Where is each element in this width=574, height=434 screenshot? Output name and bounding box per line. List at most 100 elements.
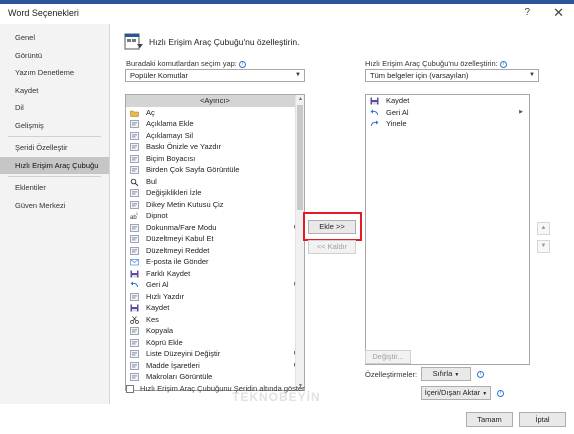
- chevron-down-icon: ▼: [529, 72, 535, 78]
- command-item[interactable]: Baskı Önizle ve Yazdır: [126, 141, 304, 153]
- help-button[interactable]: ?: [524, 7, 530, 18]
- reset-label: Sıfırla: [432, 369, 453, 378]
- command-item-label: Geri Al: [146, 280, 169, 289]
- multiple-pages-icon: [130, 166, 139, 174]
- scroll-up-icon[interactable]: ▲: [298, 96, 303, 102]
- command-item[interactable]: Açıklama Ekle: [126, 118, 304, 130]
- cancel-button[interactable]: İptal: [519, 412, 566, 427]
- save-icon: [370, 97, 379, 105]
- sidebar-item-kaydet[interactable]: Kaydet: [0, 82, 109, 100]
- toolbar-item[interactable]: Geri Al ▶: [366, 107, 529, 119]
- commands-scrollbar[interactable]: ▲ ▼: [295, 95, 304, 390]
- svg-text:1: 1: [136, 212, 138, 216]
- sidebar-item-eklentiler[interactable]: Eklentiler: [0, 179, 109, 197]
- command-item-label: Düzeltmeyi Reddet: [146, 245, 210, 255]
- footnote-icon: ab1: [130, 212, 138, 220]
- command-item[interactable]: Aç: [126, 107, 304, 119]
- info-icon[interactable]: i: [497, 390, 504, 397]
- sidebar-item-goruntu[interactable]: Görüntü: [0, 47, 109, 65]
- command-item[interactable]: Liste Düzeyini Değiştir▶: [126, 348, 304, 360]
- move-down-button[interactable]: ▼: [537, 240, 550, 253]
- info-icon[interactable]: i: [238, 61, 246, 68]
- command-item[interactable]: Köprü Ekle: [126, 337, 304, 349]
- command-item[interactable]: Farklı Kaydet: [126, 268, 304, 280]
- chevron-down-icon: ▼: [295, 72, 301, 78]
- choose-commands-label-text: Buradaki komutlardan seçim yap:: [126, 59, 237, 68]
- command-item[interactable]: Kes: [126, 314, 304, 326]
- command-item-label: Dokunma/Fare Modu: [146, 222, 217, 232]
- touch-mode-icon: [130, 223, 139, 232]
- add-button[interactable]: Ekle >>: [308, 220, 356, 234]
- comment-add-icon: [130, 120, 139, 128]
- import-export-label: İçeri/Dışarı Aktar: [424, 388, 481, 397]
- import-export-dropdown-button[interactable]: İçeri/Dışarı Aktar ▼: [421, 386, 491, 400]
- ok-button[interactable]: Tamam: [466, 412, 513, 427]
- toolbar-item[interactable]: Yinele: [366, 118, 529, 130]
- command-item[interactable]: Madde İşaretleri▶: [126, 360, 304, 372]
- close-button[interactable]: ✕: [553, 5, 564, 21]
- command-item[interactable]: Dikey Metin Kutusu Çiz: [126, 199, 304, 211]
- command-item[interactable]: <Ayırıcı>: [126, 95, 304, 107]
- choose-commands-label: Buradaki komutlardan seçim yap: i: [126, 59, 246, 68]
- sidebar-item-dil[interactable]: Dil: [0, 99, 109, 117]
- toolbar-item-label: Yinele: [386, 119, 407, 128]
- remove-button[interactable]: << Kaldır: [308, 240, 356, 254]
- save-as-icon: [130, 270, 139, 277]
- title-bar: Word Seçenekleri ? ✕: [0, 4, 574, 24]
- command-item-label: Kaydet: [146, 303, 170, 312]
- command-item-label: Hızlı Yazdır: [146, 291, 185, 301]
- command-item[interactable]: Kopyala: [126, 325, 304, 337]
- info-icon[interactable]: i: [477, 371, 484, 378]
- scroll-thumb[interactable]: [297, 105, 303, 210]
- command-item[interactable]: Birden Çok Sayfa Görüntüle: [126, 164, 304, 176]
- watermark-text: TEKNOBEYİN: [232, 390, 321, 404]
- sidebar-divider: [8, 136, 101, 137]
- command-item[interactable]: Dokunma/Fare Modu▶: [126, 222, 304, 234]
- submenu-arrow-icon: ▶: [519, 108, 523, 115]
- modify-button[interactable]: Değiştir...: [365, 350, 411, 364]
- toolbar-item-label: Kaydet: [386, 96, 410, 105]
- format-painter-icon: [130, 154, 139, 163]
- print-preview-icon: [130, 143, 139, 151]
- command-item-label: Köprü Ekle: [146, 337, 183, 347]
- command-item[interactable]: Geri Al▶: [126, 279, 304, 291]
- command-item-label: <Ayırıcı>: [200, 96, 230, 105]
- command-item[interactable]: ab 1 Dipnot: [126, 210, 304, 222]
- sidebar-item-guven-merkezi[interactable]: Güven Merkezi: [0, 197, 109, 215]
- commands-listbox[interactable]: <Ayırıcı> Aç Açıklama Ekle Açıklamayı Sil Ba…: [125, 94, 305, 391]
- command-item-label: Dikey Metin Kutusu Çiz: [146, 199, 224, 209]
- reset-dropdown-button[interactable]: Sıfırla ▼: [421, 367, 471, 381]
- find-icon: [130, 178, 139, 186]
- toolbar-items-listbox[interactable]: Kaydet Geri Al ▶ Yinele: [365, 94, 530, 365]
- choose-commands-dropdown[interactable]: Popüler Komutlar ▼: [125, 69, 305, 82]
- sidebar-item-seridi-ozellestir[interactable]: Şeridi Özelleştir: [0, 139, 109, 157]
- show-below-ribbon-checkbox[interactable]: [126, 385, 134, 393]
- command-item[interactable]: Değişiklikleri İzle: [126, 187, 304, 199]
- chevron-down-icon: ▼: [454, 372, 460, 378]
- toolbar-item[interactable]: Kaydet: [366, 95, 529, 107]
- toolbar-scope-dropdown[interactable]: Tüm belgeler için (varsayılan) ▼: [365, 69, 539, 82]
- command-item-label: Değişiklikleri İzle: [146, 188, 202, 197]
- move-up-button[interactable]: ▲: [537, 222, 550, 235]
- command-item[interactable]: Kaydet: [126, 302, 304, 314]
- command-item[interactable]: Düzeltmeyi Reddet: [126, 245, 304, 257]
- main-panel: Hızlı Erişim Araç Çubuğu'nu özelleştirin…: [111, 24, 574, 434]
- command-item[interactable]: Bul: [126, 176, 304, 188]
- command-item[interactable]: Hızlı Yazdır: [126, 291, 304, 303]
- sidebar-item-hizli-erisim[interactable]: Hızlı Erişim Araç Çubuğu: [0, 156, 109, 174]
- command-item-label: Baskı Önizle ve Yazdır: [146, 142, 222, 151]
- sidebar-item-yazim-denetleme[interactable]: Yazım Denetleme: [0, 64, 109, 82]
- choose-commands-value: Popüler Komutlar: [130, 71, 188, 80]
- command-item[interactable]: Düzeltmeyi Kabul Et: [126, 233, 304, 245]
- command-item[interactable]: Makroları Görüntüle: [126, 371, 304, 383]
- sidebar-item-genel[interactable]: Genel: [0, 29, 109, 47]
- command-item[interactable]: E-posta ile Gönder: [126, 256, 304, 268]
- info-icon[interactable]: i: [499, 61, 507, 68]
- command-item-label: Liste Düzeyini Değiştir: [146, 349, 221, 358]
- toolbar-scope-value: Tüm belgeler için (varsayılan): [370, 71, 469, 80]
- command-item[interactable]: Açıklamayı Sil: [126, 130, 304, 142]
- command-item-label: Birden Çok Sayfa Görüntüle: [146, 165, 240, 174]
- reject-change-icon: [130, 246, 139, 255]
- command-item[interactable]: Biçim Boyacısı: [126, 153, 304, 165]
- sidebar-item-gelismis[interactable]: Gelişmiş: [0, 117, 109, 135]
